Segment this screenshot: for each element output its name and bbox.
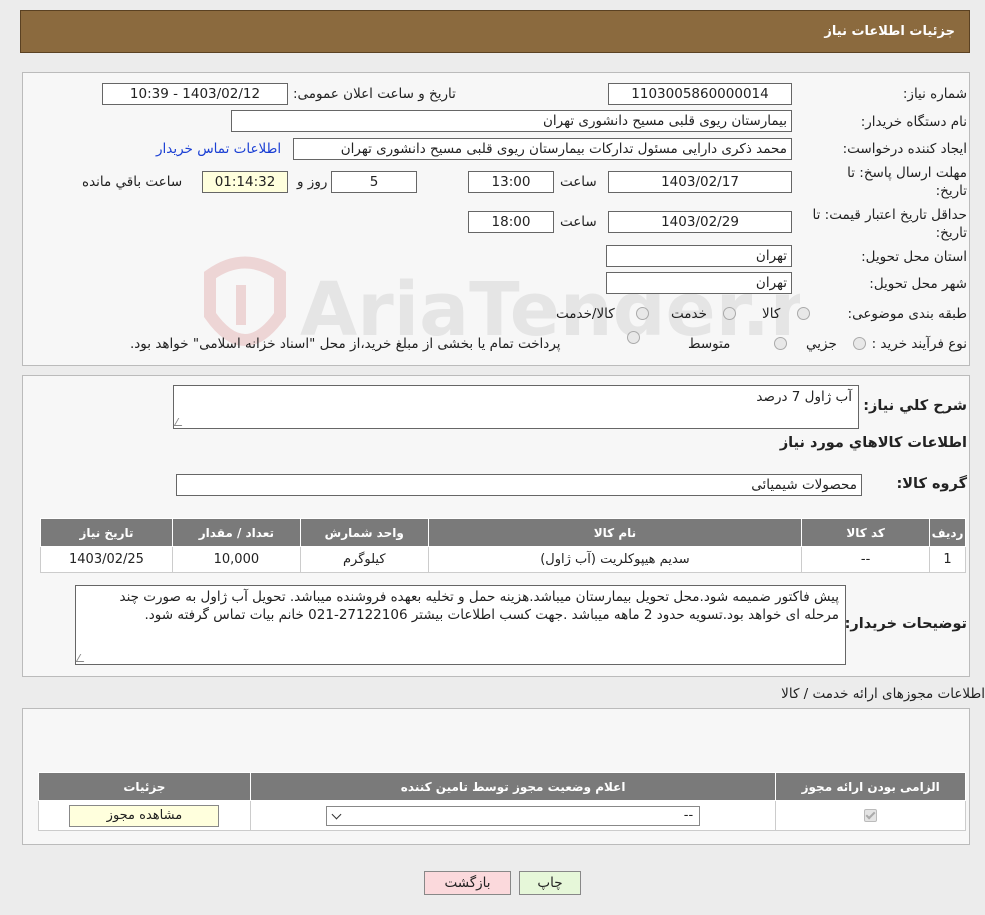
col-date: تاريخ نياز [40,518,173,547]
category-goods-label: کالا [762,306,781,322]
page-header: جزئیات اطلاعات نیاز [20,10,970,53]
process-label: نوع فرآیند خرید : [871,336,967,352]
licenses-title: اطلاعات مجوزهای ارائه خدمت / کالا [781,686,985,702]
licenses-table-header: الزامی بودن ارائه مجوز اعلام وضعیت مجوز … [38,772,966,801]
chevron-down-icon [331,809,342,819]
process-medium-radio[interactable] [774,337,787,350]
announce-label: تاریخ و ساعت اعلان عمومی: [293,86,456,102]
process-minor-label: جزیي [806,336,837,352]
buyer-label: نام دستگاه خریدار: [860,114,967,130]
col-license-required: الزامی بودن ارائه مجوز [775,772,966,801]
category-goods-radio[interactable] [797,307,810,320]
deadline-label-1: مهلت ارسال پاسخ: تا [847,165,967,181]
validity-label-2: تاریخ: [935,225,967,241]
cell-row: 1 [929,546,966,573]
goods-table: رديف كد كالا نام كالا واحد شمارش تعداد /… [40,518,966,573]
checkmark-icon [865,809,876,820]
need-number-label: شماره نیاز: [902,86,967,102]
remaining-time-field: 01:14:32 [202,171,288,193]
col-license-status: اعلام وضعیت مجوز توسط تامین کننده [249,772,777,801]
creator-field: محمد ذکری دارایی مسئول تداركات بیمارستان… [293,138,792,160]
view-license-button[interactable]: مشاهده مجوز [69,804,220,827]
province-label: استان محل تحویل: [861,249,967,265]
table-row: 1 -- سدیم هیپوکلریت (آب ژاول) کیلوگرم 10… [40,546,966,573]
category-service-radio[interactable] [723,307,736,320]
category-both-label: کالا/خدمت [556,306,615,322]
cell-date: 1403/02/25 [40,546,173,573]
resize-handle-icon[interactable] [173,418,187,426]
cell-unit: کیلوگرم [299,546,429,573]
col-unit: واحد شمارش [299,518,429,547]
validity-label-1: حداقل تاریخ اعتبار قیمت: تا [812,207,967,223]
col-name: نام كالا [427,518,803,547]
days-remaining-field: 5 [331,171,417,193]
license-status-value: -- [683,808,694,823]
cell-qty: 10,000 [171,546,301,573]
cell-license-required [775,800,966,831]
group-field: محصولات شیمیائی [176,474,862,496]
creator-label: ایجاد کننده درخواست: [842,141,967,157]
cell-name: سدیم هیپوکلریت (آب ژاول) [427,546,803,573]
description-textarea[interactable]: آب ژاول 7 درصد [173,385,859,429]
process-minor-radio[interactable] [853,337,866,350]
validity-time-label: ساعت [560,214,597,230]
goods-table-header: رديف كد كالا نام كالا واحد شمارش تعداد /… [40,518,966,547]
description-label: شرح كلي نياز: [863,398,967,414]
city-field: تهران [606,272,792,294]
licenses-table: الزامی بودن ارائه مجوز اعلام وضعیت مجوز … [38,772,966,831]
license-required-checkbox[interactable] [864,809,878,822]
col-row: رديف [929,518,966,547]
deadline-time-field: 13:00 [468,171,554,193]
deadline-time-label: ساعت [560,174,597,190]
cell-code: -- [801,546,931,573]
group-label: گروه كالا: [896,476,967,492]
license-status-select[interactable]: -- [326,805,701,826]
resize-handle-icon[interactable] [75,654,89,662]
process-note: پرداخت تمام یا بخشی از مبلغ خرید،از محل … [130,336,561,352]
category-both-radio[interactable] [636,307,649,320]
goods-title: اطلاعات كالاهاي مورد نياز [779,435,967,451]
col-code: كد كالا [801,518,931,547]
buyer-notes-textarea[interactable]: پیش فاکتور ضمیمه شود.محل تحویل بیمارستان… [75,585,846,665]
buyer-field: بیمارستان ریوی قلبی مسیح دانشوری تهران [231,110,792,132]
category-label: طبقه بندی موضوعی: [847,306,967,322]
buyer-contact-link[interactable]: اطلاعات تماس خریدار [156,141,281,157]
print-button[interactable]: چاپ [519,871,581,895]
deadline-label-2: تاریخ: [935,183,967,199]
category-service-label: خدمت [671,306,707,322]
buyer-notes-label: توضیحات خریدار: [844,616,967,632]
treasury-checkbox[interactable] [627,331,640,344]
table-row: -- مشاهده مجوز [38,800,966,831]
city-label: شهر محل تحویل: [869,276,967,292]
process-medium-label: متوسط [688,336,731,352]
cell-license-status: -- [249,800,777,831]
days-label: روز و [297,174,328,190]
deadline-date-field: 1403/02/17 [608,171,792,193]
need-number-field: 1103005860000014 [608,83,792,105]
buyer-notes-text: پیش فاکتور ضمیمه شود.محل تحویل بیمارستان… [119,589,839,623]
page-title: جزئیات اطلاعات نیاز [824,24,955,39]
validity-date-field: 1403/02/29 [608,211,792,233]
col-license-details: جزئیات [38,772,251,801]
validity-time-field: 18:00 [468,211,554,233]
col-qty: تعداد / مقدار [171,518,301,547]
cell-license-details: مشاهده مجوز [38,800,251,831]
province-field: تهران [606,245,792,267]
announce-date-field: 1403/02/12 - 10:39 [102,83,288,105]
remaining-label: ساعت باقي مانده [82,174,183,190]
description-text: آب ژاول 7 درصد [756,389,852,405]
back-button[interactable]: بازگشت [424,871,511,895]
